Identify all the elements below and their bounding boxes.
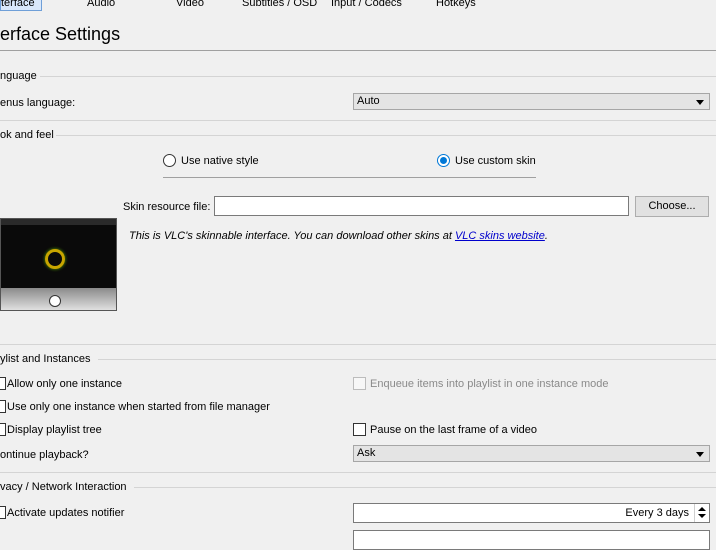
section-divider [0, 472, 716, 473]
privacy-group-label: vacy / Network Interaction [0, 481, 127, 493]
updates-notifier-label[interactable]: Activate updates notifier [7, 507, 124, 519]
next-row-input[interactable] [353, 530, 710, 550]
skins-website-link[interactable]: VLC skins website [455, 230, 545, 242]
language-divider [40, 76, 716, 77]
tab-hotkeys[interactable]: Hotkeys [436, 0, 476, 10]
menus-language-label: enus language: [0, 97, 76, 109]
title-divider [0, 50, 716, 51]
vlc-visualization-icon [45, 249, 65, 269]
preview-controls [1, 288, 116, 310]
tab-video[interactable]: Video [176, 0, 204, 10]
native-style-radio[interactable] [163, 154, 176, 167]
skin-file-label: Skin resource file: [123, 201, 211, 213]
chevron-down-icon [696, 452, 704, 457]
style-divider [163, 177, 536, 178]
spin-buttons[interactable] [694, 504, 709, 522]
one-instance-file-manager-label[interactable]: Use only one instance when started from … [7, 401, 270, 413]
pause-last-frame-label[interactable]: Pause on the last frame of a video [370, 424, 537, 436]
preview-titlebar [1, 219, 116, 225]
native-style-label[interactable]: Use native style [181, 155, 259, 167]
tab-input-codecs[interactable]: Input / Codecs [331, 0, 402, 10]
continue-playback-value: Ask [357, 447, 376, 459]
tab-subtitles-osd[interactable]: Subtitles / OSD [242, 0, 317, 10]
display-playlist-tree-checkbox[interactable] [0, 423, 6, 436]
privacy-divider [134, 487, 716, 488]
section-divider [0, 344, 716, 345]
enqueue-items-checkbox [353, 377, 366, 390]
updates-notifier-checkbox[interactable] [0, 506, 6, 519]
skin-info-text: This is VLC's skinnable interface. You c… [129, 230, 548, 242]
spin-down-icon[interactable] [698, 514, 706, 518]
enqueue-items-label: Enqueue items into playlist in one insta… [370, 378, 609, 390]
spin-up-icon[interactable] [698, 507, 706, 511]
continue-playback-label: ontinue playback? [0, 449, 89, 461]
section-divider [0, 120, 716, 121]
custom-skin-label[interactable]: Use custom skin [455, 155, 536, 167]
language-group-label: nguage [0, 70, 37, 82]
pause-last-frame-checkbox[interactable] [353, 423, 366, 436]
custom-skin-radio[interactable] [437, 154, 450, 167]
menus-language-value: Auto [357, 95, 380, 107]
one-instance-file-manager-checkbox[interactable] [0, 400, 6, 413]
skin-preview-image [0, 218, 117, 311]
playlist-group-label: ylist and Instances [0, 353, 91, 365]
display-playlist-tree-label[interactable]: Display playlist tree [7, 424, 102, 436]
allow-one-instance-checkbox[interactable] [0, 377, 6, 390]
menus-language-select[interactable]: Auto [353, 93, 710, 110]
chevron-down-icon [696, 100, 704, 105]
tab-audio[interactable]: Audio [87, 0, 115, 10]
updates-interval-value: Every 3 days [625, 507, 689, 519]
allow-one-instance-label[interactable]: Allow only one instance [7, 378, 122, 390]
continue-playback-select[interactable]: Ask [353, 445, 710, 462]
playlist-divider [98, 359, 716, 360]
tab-interface[interactable]: terface [0, 0, 42, 11]
choose-skin-button[interactable]: Choose... [635, 196, 709, 217]
play-icon [49, 295, 61, 307]
look-and-feel-divider [56, 135, 716, 136]
look-and-feel-group-label: ok and feel [0, 129, 54, 141]
updates-interval-spinbox[interactable]: Every 3 days [353, 503, 710, 523]
page-title: erface Settings [0, 24, 121, 44]
skin-file-input[interactable] [214, 196, 629, 216]
